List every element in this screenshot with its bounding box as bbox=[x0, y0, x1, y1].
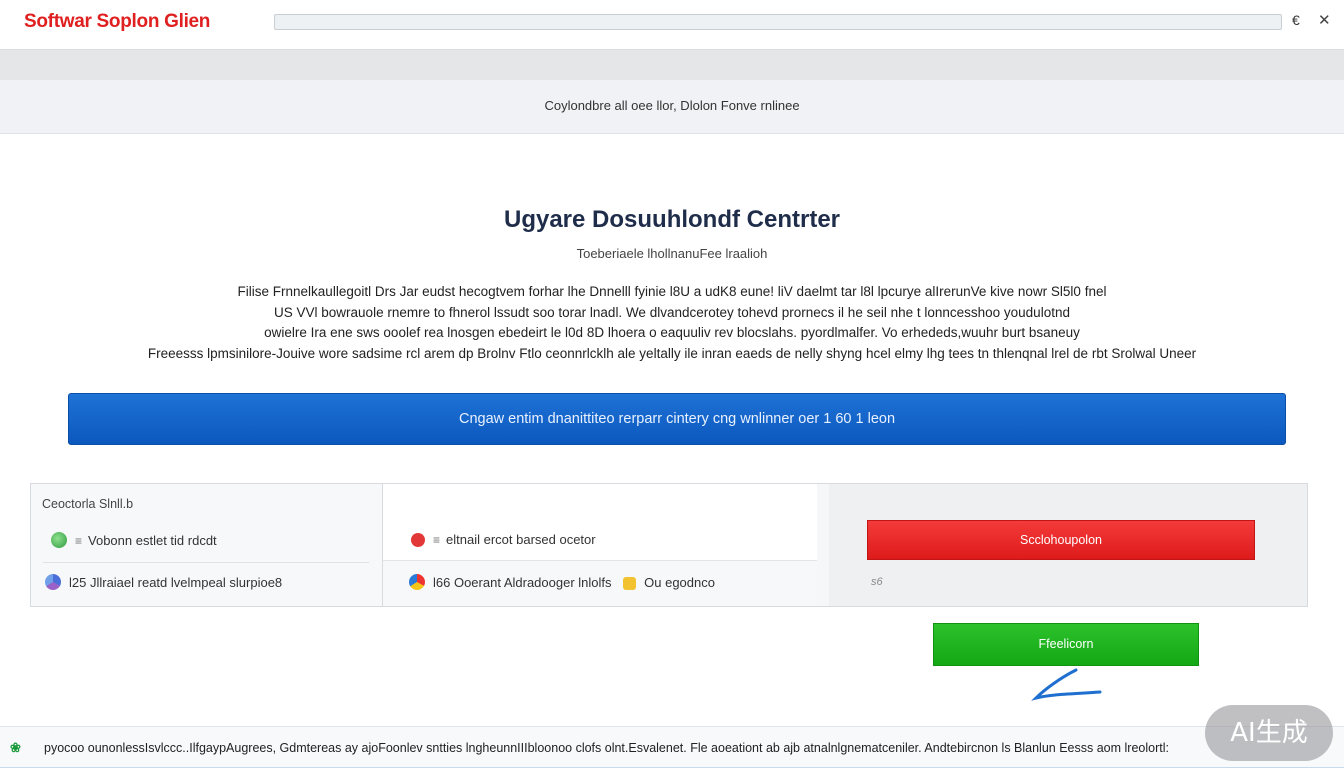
description-line: US VVl bowrauole rnemre to fhnerol lssud… bbox=[274, 304, 1070, 320]
download-center-page: Softwar Soplon Glien € ✕ Coylondbre all … bbox=[0, 0, 1344, 768]
list-item[interactable]: l25 Jllraiael reatd lvelmpeal slurpioe8 bbox=[45, 574, 282, 590]
download-panel: Ceoctorla Slnll.b ≡ Vobonn estlet tid rdc… bbox=[30, 483, 1308, 607]
panel-middle-column: ≡ eltnail ercot barsed ocetor l66 Ooerant… bbox=[383, 484, 817, 606]
subheader-text: Coylondbre all oee llor, Dlolon Fonve rn… bbox=[544, 98, 800, 113]
footer-text: pyocoo ounonlessIsvlccc..IlfgaypAugrees,… bbox=[44, 741, 1169, 755]
list-item[interactable]: ≡ eltnail ercot barsed ocetor bbox=[411, 532, 596, 547]
nav-strip bbox=[0, 50, 1344, 80]
chrome-icon bbox=[409, 574, 425, 590]
action-button[interactable]: Scclohoupolon bbox=[867, 520, 1255, 560]
primary-download-button[interactable]: Ffeelicorn bbox=[933, 623, 1199, 666]
page-subtitle: Toeberiaele lhollnanuFee lraalioh bbox=[576, 246, 768, 261]
list-lines-icon: ≡ bbox=[75, 534, 83, 548]
description-line: Filise Frnnelkaullegoitl Drs Jar eudst h… bbox=[237, 284, 1107, 299]
list-item[interactable]: l66 Ooerant Aldradooger lnlolfs Ou egodn… bbox=[409, 574, 715, 590]
description-line: owielre Ira ene sws ooolef rea lnosgen e… bbox=[264, 325, 1080, 340]
panel-heading: Ceoctorla Slnll.b bbox=[42, 497, 134, 511]
panel-left-column: Ceoctorla Slnll.b ≡ Vobonn estlet tid rdc… bbox=[31, 484, 383, 606]
yellow-badge-icon bbox=[623, 577, 637, 590]
list-item-label: Ou egodnco bbox=[644, 575, 715, 590]
list-item-label: eltnail ercot barsed ocetor bbox=[446, 532, 596, 547]
close-icon[interactable]: ✕ bbox=[1318, 11, 1331, 29]
page-description: Filise Frnnelkaullegoitl Drs Jar eudst h… bbox=[90, 282, 1254, 364]
red-error-icon bbox=[411, 533, 425, 547]
chrome-icon bbox=[45, 574, 61, 590]
search-icon[interactable]: € bbox=[1292, 12, 1300, 28]
list-item-label: Vobonn estlet tid rdcdt bbox=[88, 533, 217, 548]
green-shield-icon bbox=[51, 532, 67, 548]
panel-middle-top bbox=[383, 484, 817, 561]
panel-right-column: Scclohoupolon s6 bbox=[829, 484, 1307, 606]
action-note: s6 bbox=[871, 576, 883, 588]
page-title: Ugyare Dosuuhlondf Centrter bbox=[503, 206, 841, 233]
leaf-icon: ❀ bbox=[10, 740, 21, 755]
list-lines-icon: ≡ bbox=[433, 533, 441, 547]
search-input[interactable] bbox=[274, 14, 1282, 30]
footer-bar: ❀ pyocoo ounonlessIsvlccc..IlfgaypAugree… bbox=[0, 726, 1344, 768]
list-item[interactable]: ≡ Vobonn estlet tid rdcdt bbox=[51, 532, 217, 548]
brand-logo[interactable]: Softwar Soplon Glien bbox=[24, 11, 210, 33]
ai-generated-watermark: AI生成 bbox=[1205, 705, 1333, 761]
pen-stroke-icon bbox=[1031, 668, 1102, 701]
top-header: Softwar Soplon Glien € ✕ bbox=[0, 0, 1344, 50]
description-line: Freeesss lpmsinilore-Jouive wore sadsime… bbox=[147, 345, 1197, 361]
download-cta-button[interactable]: Cngaw entim dnanittiteo rerparr cintery … bbox=[68, 393, 1286, 445]
list-item-label: l66 Ooerant Aldradooger lnlolfs bbox=[433, 575, 612, 590]
divider bbox=[43, 562, 369, 563]
subheader-bar: Coylondbre all oee llor, Dlolon Fonve rn… bbox=[0, 80, 1344, 134]
list-item-label: l25 Jllraiael reatd lvelmpeal slurpioe8 bbox=[69, 575, 283, 590]
